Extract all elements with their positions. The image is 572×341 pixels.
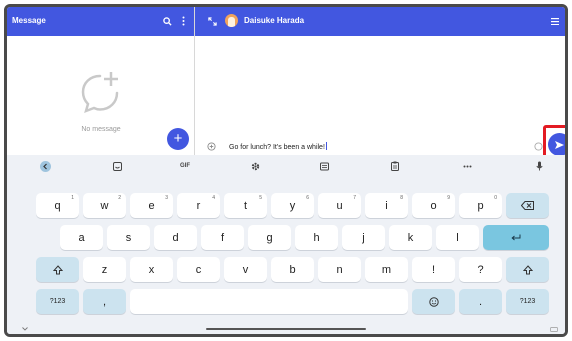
settings-icon[interactable]	[249, 160, 261, 172]
key-u[interactable]: u7	[318, 193, 361, 218]
shift-key-right[interactable]	[506, 257, 549, 282]
message-list-title: Message	[12, 16, 46, 25]
message-list-header: Message	[7, 7, 194, 36]
enter-icon	[511, 234, 521, 240]
key-c[interactable]: c	[177, 257, 220, 282]
key-n[interactable]: n	[318, 257, 361, 282]
send-icon	[555, 140, 564, 149]
panel-divider	[194, 7, 195, 155]
key-x[interactable]: x	[130, 257, 173, 282]
add-attachment-icon[interactable]	[206, 141, 216, 151]
key-period[interactable]: .	[459, 289, 502, 314]
emoji-icon	[428, 296, 439, 307]
expand-icon[interactable]	[206, 15, 218, 27]
key-j[interactable]: j	[342, 225, 385, 250]
key-z[interactable]: z	[83, 257, 126, 282]
key-a[interactable]: a	[60, 225, 103, 250]
key-w[interactable]: w2	[83, 193, 126, 218]
empty-state-text: No message	[81, 126, 121, 133]
more-icon[interactable]	[461, 160, 473, 172]
contact-name[interactable]: Daisuke Harada	[244, 16, 304, 25]
theme-icon[interactable]	[318, 160, 330, 172]
key-b[interactable]: b	[271, 257, 314, 282]
key-l[interactable]: l	[436, 225, 479, 250]
key-s[interactable]: s	[107, 225, 150, 250]
shift-icon	[52, 264, 63, 274]
enter-key[interactable]	[483, 225, 549, 250]
key-y[interactable]: y6	[271, 193, 314, 218]
conversation-header: Daisuke Harada	[195, 7, 565, 36]
gif-button[interactable]: GIF	[177, 160, 193, 172]
key-e[interactable]: e3	[130, 193, 173, 218]
backspace-icon	[521, 201, 534, 210]
key-i[interactable]: i8	[365, 193, 408, 218]
symbols-key-right[interactable]: ?123	[506, 289, 549, 314]
key-g[interactable]: g	[248, 225, 291, 250]
backspace-key[interactable]	[506, 193, 549, 218]
key-k[interactable]: k	[389, 225, 432, 250]
on-screen-keyboard: GIF q1 w2 e3 r4 t5 y6 u7 i8 o9 p0 a s d …	[7, 155, 565, 334]
spacebar[interactable]	[130, 289, 408, 314]
key-q[interactable]: q1	[36, 193, 79, 218]
send-button[interactable]	[548, 133, 565, 156]
key-question[interactable]: ?	[459, 257, 502, 282]
key-p[interactable]: p0	[459, 193, 502, 218]
device-screen: Message Daisuke Harada No message + Go f…	[4, 4, 568, 337]
text-cursor	[325, 142, 327, 150]
search-icon[interactable]	[161, 15, 173, 27]
emoji-key[interactable]	[412, 289, 455, 314]
keyboard-collapse-button[interactable]	[39, 160, 51, 172]
keyboard-switch-icon[interactable]	[549, 326, 559, 332]
symbols-key-left[interactable]: ?123	[36, 289, 79, 314]
compose-field[interactable]: Go for lunch? It's been a while!	[229, 142, 327, 151]
key-o[interactable]: o9	[412, 193, 455, 218]
sticker-icon[interactable]	[111, 160, 123, 172]
key-h[interactable]: h	[295, 225, 338, 250]
shift-icon	[522, 264, 533, 274]
clipboard-icon[interactable]	[389, 160, 401, 172]
home-indicator[interactable]	[206, 328, 366, 330]
key-m[interactable]: m	[365, 257, 408, 282]
key-exclamation[interactable]: !	[412, 257, 455, 282]
contact-avatar[interactable]	[225, 14, 238, 27]
microphone-icon[interactable]	[533, 160, 545, 172]
compose-text: Go for lunch? It's been a while!	[229, 144, 325, 151]
key-r[interactable]: r4	[177, 193, 220, 218]
menu-icon[interactable]	[550, 16, 560, 26]
key-f[interactable]: f	[201, 225, 244, 250]
key-comma[interactable]: ,	[83, 289, 126, 314]
key-v[interactable]: v	[224, 257, 267, 282]
shift-key-left[interactable]	[36, 257, 79, 282]
clock-icon[interactable]	[533, 141, 543, 151]
new-message-button[interactable]: +	[167, 128, 189, 150]
hide-keyboard-icon[interactable]	[21, 326, 29, 332]
key-d[interactable]: d	[154, 225, 197, 250]
key-t[interactable]: t5	[224, 193, 267, 218]
empty-message-icon	[78, 69, 124, 115]
more-options-icon[interactable]	[179, 15, 187, 27]
